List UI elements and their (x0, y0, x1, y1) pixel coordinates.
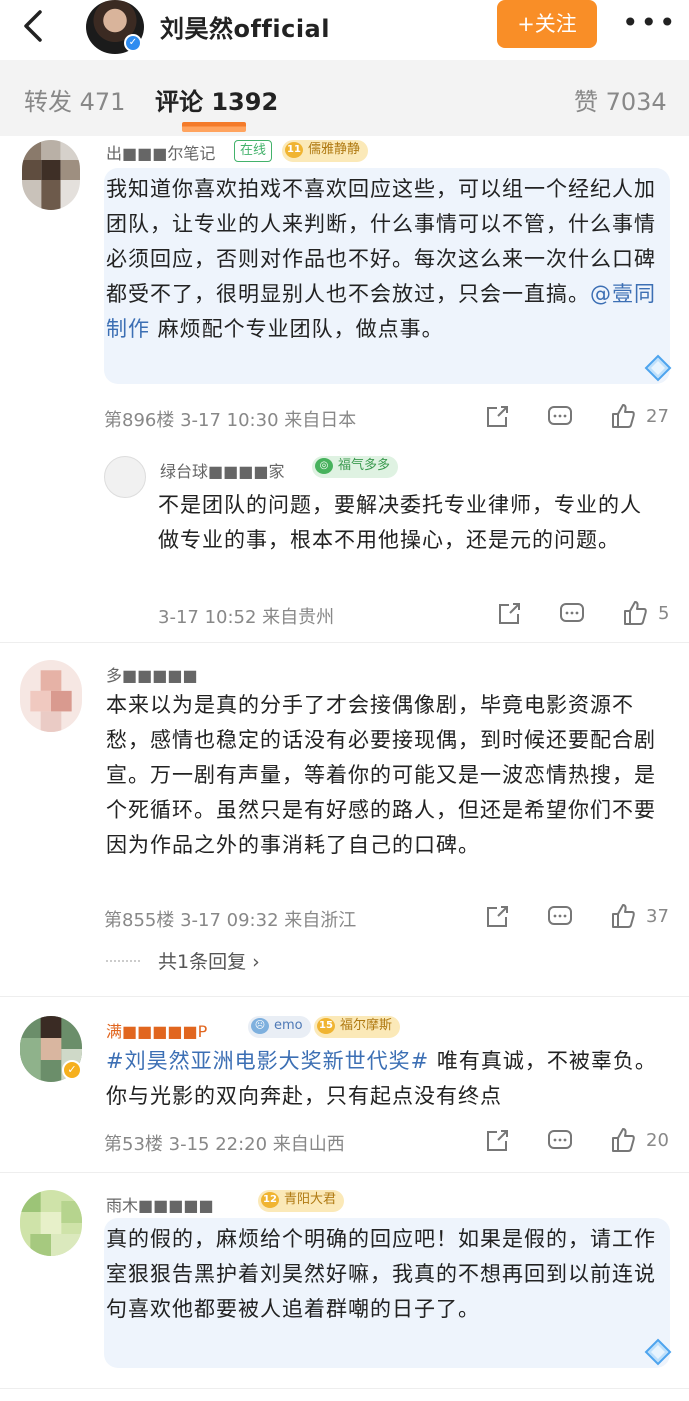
like-button[interactable] (610, 402, 636, 430)
hashtag-link[interactable]: #刘昊然亚洲电影大奖新世代奖# (106, 1049, 429, 1073)
commenter-username[interactable]: 出■■■尔笔记 (106, 140, 215, 164)
fan-level-label: 福气多多 (338, 458, 391, 473)
emo-badge-label: emo (274, 1018, 303, 1033)
sad-face-icon: ☹ (251, 1018, 269, 1034)
emo-badge: ☹ emo (248, 1016, 311, 1038)
like-button[interactable] (622, 599, 648, 627)
fan-level-icon: 12 (261, 1192, 279, 1208)
like-count: 37 (646, 906, 669, 927)
active-tab-indicator (182, 122, 246, 132)
verified-badge-icon: ✓ (124, 34, 142, 52)
comment-meta: 第896楼 3-17 10:30 来自日本 (104, 410, 357, 431)
repost-button[interactable] (484, 904, 510, 930)
comment-text: 我知道你喜欢拍戏不喜欢回应这些，可以组一个经纪人加团队，让专业的人来判断，什么事… (106, 177, 656, 341)
fan-level-badge: 12 青阳大君 (258, 1190, 345, 1212)
repost-button[interactable] (484, 404, 510, 430)
fan-level-label: 福尔摩斯 (340, 1018, 393, 1033)
repost-button[interactable] (496, 601, 522, 627)
commenter-avatar[interactable] (20, 660, 82, 732)
tab-bar: 转发 471 评论 1392 赞 7034 (0, 60, 689, 136)
fan-level-badge: 15 福尔摩斯 (314, 1016, 401, 1038)
like-count: 5 (658, 603, 670, 624)
reply-meta: 3-17 10:52 来自贵州 (158, 607, 335, 628)
reply-button[interactable] (546, 404, 574, 430)
comment-text: 真的假的，麻烦给个明确的回应吧！如果是假的，请工作室狠狠告黑护着刘昊然好嘛，我真… (106, 1227, 656, 1321)
comment-divider (0, 1172, 689, 1173)
share-icon (487, 906, 508, 927)
online-status-badge: 在线 (234, 140, 273, 162)
commenter-username[interactable]: 多■■■■■ (106, 662, 198, 686)
view-replies-link[interactable]: 共1条回复 › (158, 947, 260, 974)
comment-divider (0, 996, 689, 997)
share-icon (487, 406, 508, 427)
replies-dash (106, 960, 140, 962)
commenter-username[interactable]: 满■■■■■P (106, 1018, 207, 1042)
comment-meta: 第855楼 3-17 09:32 来自浙江 (104, 910, 357, 931)
tab-likes[interactable]: 赞 7034 (574, 82, 667, 117)
top-bar: ✓ 刘昊然official +关注 ••• (0, 0, 689, 56)
tab-comments[interactable]: 评论 1392 (155, 82, 278, 117)
account-name[interactable]: 刘昊然official (160, 9, 330, 44)
like-button[interactable] (610, 902, 636, 930)
thumbs-up-icon (612, 404, 635, 428)
fan-level-label: 儒雅静静 (308, 142, 361, 157)
back-button[interactable] (16, 6, 52, 46)
comment-icon (560, 603, 584, 622)
more-options-button[interactable]: ••• (622, 9, 676, 40)
comment-text: #刘昊然亚洲电影大奖新世代奖# 唯有真诚，不被辜负。你与光影的双向奔赴，只有起点… (106, 1049, 657, 1108)
diamond-decoration-icon (644, 1338, 672, 1366)
repost-button[interactable] (484, 1128, 510, 1154)
fan-level-label: 青阳大君 (284, 1192, 337, 1207)
fan-level-badge: ◎ 福气多多 (312, 456, 399, 478)
comment-icon (548, 1130, 572, 1149)
comment-icon (548, 406, 572, 425)
tab-repost[interactable]: 转发 471 (24, 82, 125, 117)
thumbs-up-icon (612, 1128, 635, 1152)
reply-text: 不是团队的问题，要解决委托专业律师，专业的人做专业的事，根本不用他操心，还是元的… (158, 493, 642, 552)
reply-username[interactable]: 绿台球■■■■家 (160, 458, 284, 482)
like-button[interactable] (610, 1126, 636, 1154)
follow-button[interactable]: +关注 (497, 0, 597, 48)
reply-button[interactable] (546, 904, 574, 930)
commenter-avatar[interactable] (22, 140, 80, 210)
comment-icon (548, 906, 572, 925)
comment-meta: 第53楼 3-15 22:20 来自山西 (104, 1134, 345, 1155)
thumbs-up-icon (624, 601, 647, 625)
comment-text: 本来以为是真的分手了才会接偶像剧，毕竟电影资源不愁，感情也稳定的话没有必要接现偶… (106, 693, 656, 857)
back-arrow-icon (24, 10, 42, 42)
commenter-avatar[interactable] (20, 1190, 82, 1256)
thumbs-up-icon (612, 904, 635, 928)
fan-level-icon: 15 (317, 1018, 335, 1034)
share-icon (499, 603, 520, 624)
like-count: 27 (646, 406, 669, 427)
commenter-username[interactable]: 雨木■■■■■ (106, 1192, 214, 1216)
fan-level-icon: ◎ (315, 458, 333, 474)
comment-divider (0, 642, 689, 643)
reply-button[interactable] (558, 601, 586, 627)
verified-badge-icon: ✓ (62, 1060, 82, 1080)
comment-divider (0, 1388, 689, 1389)
fan-level-badge: 11 儒雅静静 (282, 140, 369, 162)
like-count: 20 (646, 1130, 669, 1151)
reply-avatar[interactable] (104, 456, 146, 498)
share-icon (487, 1130, 508, 1151)
fan-level-icon: 11 (285, 142, 303, 158)
diamond-decoration-icon (644, 354, 672, 382)
reply-button[interactable] (546, 1128, 574, 1154)
